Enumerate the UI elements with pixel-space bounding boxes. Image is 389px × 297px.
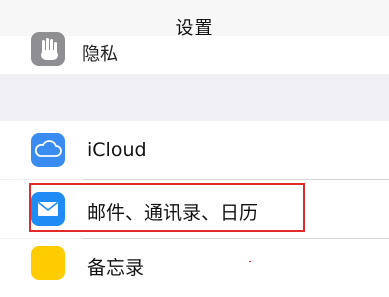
settings-row-notes[interactable]: 备忘录 — [0, 239, 389, 297]
settings-row-label: 备忘录 — [87, 257, 145, 279]
notes-icon — [31, 246, 65, 280]
hand-icon — [31, 32, 65, 66]
settings-row-label: iCloud — [87, 139, 147, 161]
settings-row-label: 隐私 — [82, 44, 118, 65]
settings-row-privacy[interactable]: 隐私 — [0, 32, 389, 74]
cloud-icon — [31, 133, 65, 167]
group-spacer — [0, 74, 389, 121]
settings-row-icloud[interactable]: iCloud — [0, 121, 389, 179]
highlight-annotation — [29, 183, 305, 232]
